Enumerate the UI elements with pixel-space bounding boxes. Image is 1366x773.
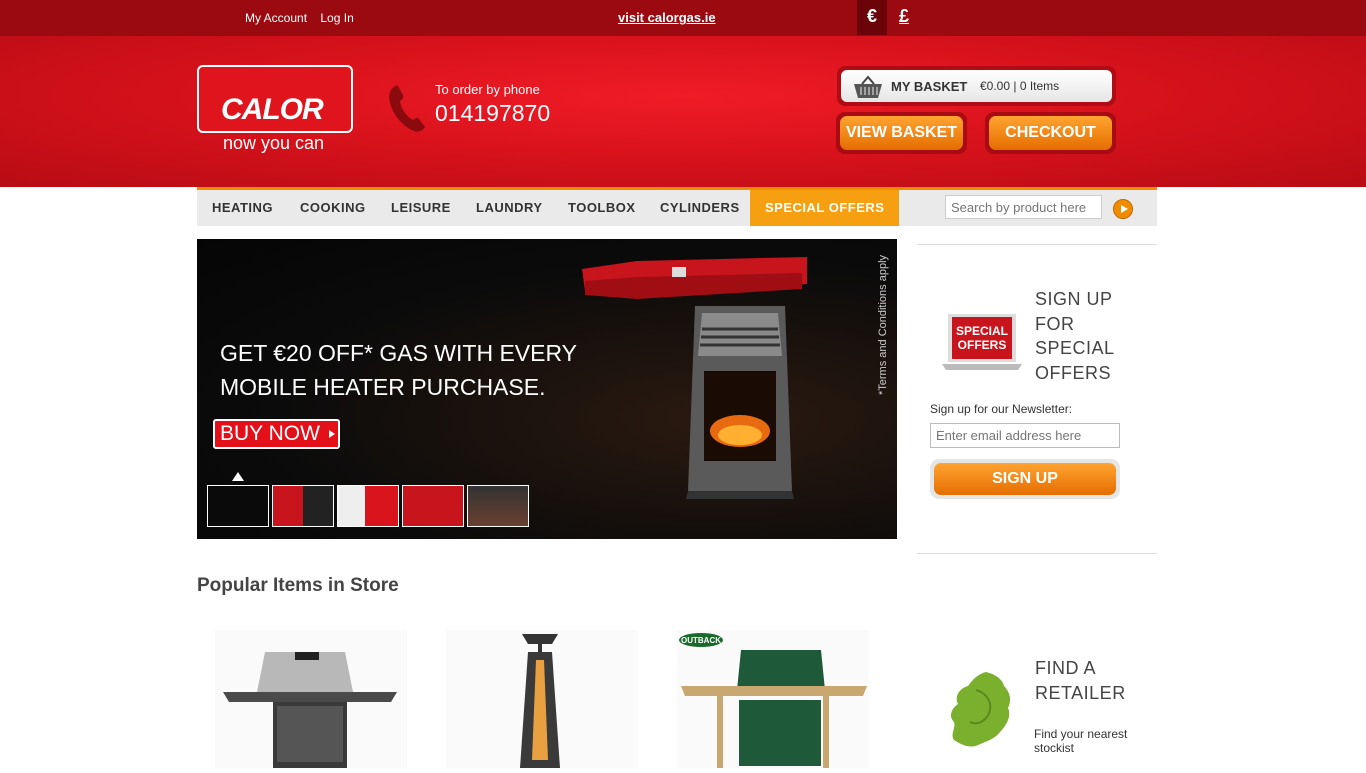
special-offers-badge-line-1: SPECIAL xyxy=(956,324,1008,338)
find-retailer-title[interactable]: FIND A RETAILER xyxy=(1035,656,1126,706)
slide-indicator-icon xyxy=(232,472,244,481)
divider xyxy=(917,553,1157,554)
buy-now-button[interactable]: BUY NOW xyxy=(213,419,340,449)
currency-gbp-button[interactable]: £ xyxy=(889,0,919,35)
product-card[interactable]: OUTBACK xyxy=(677,630,869,768)
divider xyxy=(917,244,1157,245)
currency-eur-button[interactable]: € xyxy=(857,0,887,35)
find-retailer-subtitle: Find your nearest stockist xyxy=(1034,727,1128,755)
sign-up-label: SIGN UP xyxy=(934,463,1116,495)
outback-bbq-image: OUTBACK xyxy=(679,633,867,768)
heater-image xyxy=(686,306,794,499)
view-basket-label: VIEW BASKET xyxy=(840,116,963,150)
sign-up-title: SIGN UP FOR SPECIAL OFFERS xyxy=(1035,287,1145,385)
nav-cylinders[interactable]: CYLINDERS xyxy=(660,190,740,226)
ireland-map-icon xyxy=(951,672,1011,747)
my-account-link[interactable]: My Account xyxy=(245,11,307,25)
patio-heater-image xyxy=(520,634,560,768)
view-basket-button[interactable]: VIEW BASKET xyxy=(836,112,967,154)
terms-note: *Terms and Conditions apply xyxy=(877,254,889,395)
nav-leisure[interactable]: LEISURE xyxy=(391,190,451,226)
email-field[interactable] xyxy=(930,423,1120,448)
slide-thumb-4[interactable] xyxy=(402,485,464,527)
slide-thumb-1[interactable] xyxy=(207,485,269,527)
bbq-grill-image xyxy=(223,652,397,768)
hero-banner[interactable]: GET €20 OFF* GAS WITH EVERY MOBILE HEATE… xyxy=(197,239,897,539)
main-nav: HEATING COOKING LEISURE LAUNDRY TOOLBOX … xyxy=(197,187,1157,226)
phone-number: 014197870 xyxy=(435,100,551,126)
slide-thumb-3[interactable] xyxy=(337,485,399,527)
basket-icon xyxy=(854,75,882,98)
newsletter-label: Sign up for our Newsletter: xyxy=(930,402,1073,416)
calor-logo[interactable]: CALOR now you can xyxy=(197,65,353,161)
find-retailer-title-line: RETAILER xyxy=(1035,683,1126,703)
phone-label: To order by phone xyxy=(435,82,540,97)
log-in-link[interactable]: Log In xyxy=(320,11,353,25)
promo-line-1: GET €20 OFF* GAS WITH EVERY xyxy=(220,340,578,366)
visit-site-link[interactable]: visit calorgas.ie xyxy=(618,10,716,25)
logo-tagline: now you can xyxy=(223,133,325,153)
nav-special-offers[interactable]: SPECIAL OFFERS xyxy=(750,190,900,226)
buy-now-label: BUY NOW xyxy=(220,422,320,445)
account-links: My Account Log In xyxy=(245,11,364,25)
special-offers-badge-line-2: OFFERS xyxy=(958,338,1007,352)
nav-toolbox[interactable]: TOOLBOX xyxy=(568,190,636,226)
special-offers-laptop-image: SPECIAL OFFERS xyxy=(942,314,1022,370)
sign-up-button[interactable]: SIGN UP xyxy=(930,459,1120,499)
nav-laundry[interactable]: LAUNDRY xyxy=(476,190,543,226)
find-retailer-title-line: FIND A xyxy=(1035,658,1097,678)
nav-heating[interactable]: HEATING xyxy=(212,190,273,226)
outback-badge: OUTBACK xyxy=(681,636,721,645)
my-basket[interactable]: MY BASKET €0.00 | 0 Items xyxy=(837,66,1116,106)
basket-label: MY BASKET xyxy=(891,79,968,94)
basket-summary: €0.00 | 0 Items xyxy=(980,79,1060,93)
phone-icon xyxy=(389,85,425,132)
sign-up-title-line: SIGN UP xyxy=(1035,289,1113,309)
nav-cooking[interactable]: COOKING xyxy=(300,190,366,226)
slide-thumb-5[interactable] xyxy=(467,485,529,527)
slide-thumb-2[interactable] xyxy=(272,485,334,527)
product-card[interactable] xyxy=(215,630,407,768)
top-bar: My Account Log In visit calorgas.ie € £ xyxy=(0,0,1366,36)
checkout-label: CHECKOUT xyxy=(989,116,1112,150)
arrow-right-icon xyxy=(328,430,335,439)
site-header: CALOR now you can To order by phone 0141… xyxy=(0,36,1366,187)
sofa-image xyxy=(582,257,807,299)
search-go-button[interactable] xyxy=(1113,199,1133,219)
sign-up-title-line: FOR xyxy=(1035,313,1075,334)
popular-items-heading: Popular Items in Store xyxy=(197,575,399,596)
logo-wordmark: CALOR xyxy=(221,93,324,126)
product-card[interactable] xyxy=(446,630,638,768)
checkout-button[interactable]: CHECKOUT xyxy=(985,112,1116,154)
promo-line-2: MOBILE HEATER PURCHASE. xyxy=(220,374,546,400)
search-input[interactable] xyxy=(945,195,1102,219)
sign-up-title-line: SPECIAL xyxy=(1035,338,1115,358)
sign-up-title-line: OFFERS xyxy=(1035,362,1112,383)
promo-text: GET €20 OFF* GAS WITH EVERY MOBILE HEATE… xyxy=(220,336,577,404)
